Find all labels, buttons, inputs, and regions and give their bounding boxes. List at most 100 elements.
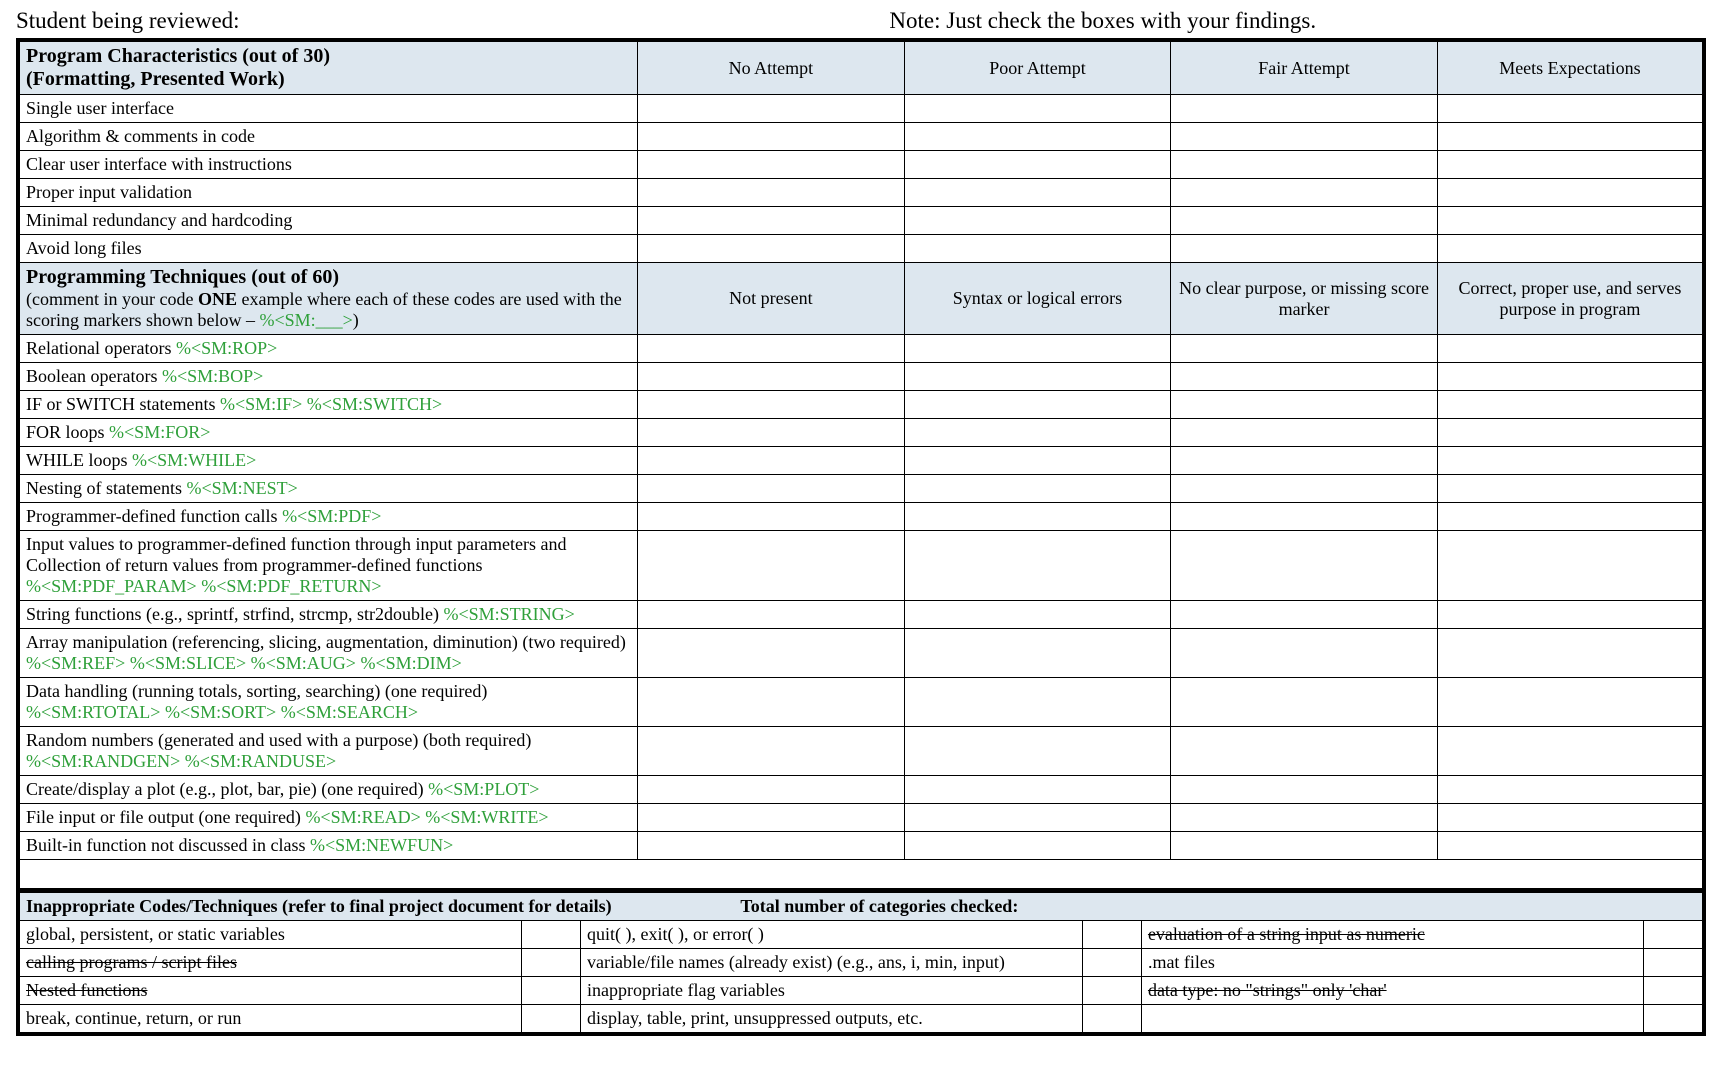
top-line: Student being reviewed: Note: Just check… (16, 8, 1706, 34)
rubric-checkbox-cell[interactable] (904, 391, 1171, 419)
rubric-checkbox-cell[interactable] (904, 629, 1171, 678)
rubric-checkbox-cell[interactable] (638, 363, 905, 391)
rubric-checkbox-cell[interactable] (1171, 475, 1438, 503)
inap-checkbox-cell[interactable] (1643, 949, 1704, 977)
inap-checkbox-cell[interactable] (1082, 977, 1141, 1005)
rubric-checkbox-cell[interactable] (638, 207, 905, 235)
rubric-checkbox-cell[interactable] (638, 503, 905, 531)
rubric-checkbox-cell[interactable] (1437, 447, 1704, 475)
score-marker: %<SM:PDF_PARAM> %<SM:PDF_RETURN> (26, 576, 382, 596)
rubric-checkbox-cell[interactable] (1437, 335, 1704, 363)
rubric-checkbox-cell[interactable] (1437, 391, 1704, 419)
inap-checkbox-cell[interactable] (521, 921, 580, 949)
rubric-checkbox-cell[interactable] (1437, 629, 1704, 678)
rubric-checkbox-cell[interactable] (1171, 727, 1438, 776)
rubric-checkbox-cell[interactable] (638, 475, 905, 503)
rubric-checkbox-cell[interactable] (1171, 678, 1438, 727)
rubric-checkbox-cell[interactable] (1171, 363, 1438, 391)
inap-checkbox-cell[interactable] (1643, 977, 1704, 1005)
rubric-checkbox-cell[interactable] (638, 95, 905, 123)
rubric-checkbox-cell[interactable] (638, 601, 905, 629)
rubric-checkbox-cell[interactable] (1171, 335, 1438, 363)
rubric-checkbox-cell[interactable] (1437, 363, 1704, 391)
rubric-checkbox-cell[interactable] (1437, 832, 1704, 860)
rubric-checkbox-cell[interactable] (1171, 235, 1438, 263)
rubric-checkbox-cell[interactable] (638, 678, 905, 727)
rubric-checkbox-cell[interactable] (638, 776, 905, 804)
inap-checkbox-cell[interactable] (521, 1005, 580, 1035)
rubric-checkbox-cell[interactable] (1171, 151, 1438, 179)
rubric-checkbox-cell[interactable] (904, 601, 1171, 629)
rubric-checkbox-cell[interactable] (638, 391, 905, 419)
rubric-checkbox-cell[interactable] (1171, 179, 1438, 207)
rubric-checkbox-cell[interactable] (1171, 447, 1438, 475)
inap-checkbox-cell[interactable] (1082, 949, 1141, 977)
rubric-checkbox-cell[interactable] (904, 531, 1171, 601)
rubric-checkbox-cell[interactable] (638, 531, 905, 601)
rubric-checkbox-cell[interactable] (1171, 419, 1438, 447)
rubric-checkbox-cell[interactable] (1171, 804, 1438, 832)
rubric-checkbox-cell[interactable] (904, 832, 1171, 860)
rubric-checkbox-cell[interactable] (1437, 727, 1704, 776)
rubric-checkbox-cell[interactable] (1171, 832, 1438, 860)
rubric-checkbox-cell[interactable] (904, 475, 1171, 503)
inap-checkbox-cell[interactable] (1082, 921, 1141, 949)
rubric-checkbox-cell[interactable] (1437, 419, 1704, 447)
inap-checkbox-cell[interactable] (1643, 921, 1704, 949)
rubric-checkbox-cell[interactable] (638, 447, 905, 475)
rubric-checkbox-cell[interactable] (1171, 776, 1438, 804)
rubric-checkbox-cell[interactable] (1437, 475, 1704, 503)
rubric-checkbox-cell[interactable] (638, 123, 905, 151)
inap-checkbox-cell[interactable] (521, 977, 580, 1005)
rubric-checkbox-cell[interactable] (904, 804, 1171, 832)
rubric-checkbox-cell[interactable] (1171, 503, 1438, 531)
rubric-checkbox-cell[interactable] (904, 95, 1171, 123)
rubric-checkbox-cell[interactable] (1437, 503, 1704, 531)
col-fair-attempt: Fair Attempt (1171, 40, 1438, 95)
rubric-checkbox-cell[interactable] (1437, 235, 1704, 263)
rubric-checkbox-cell[interactable] (904, 503, 1171, 531)
rubric-checkbox-cell[interactable] (1171, 391, 1438, 419)
inap-checkbox-cell[interactable] (521, 949, 580, 977)
rubric-checkbox-cell[interactable] (638, 727, 905, 776)
rubric-checkbox-cell[interactable] (1437, 151, 1704, 179)
rubric-checkbox-cell[interactable] (638, 235, 905, 263)
rubric-checkbox-cell[interactable] (904, 727, 1171, 776)
criterion-label: Algorithm & comments in code (18, 123, 638, 151)
rubric-checkbox-cell[interactable] (638, 179, 905, 207)
rubric-checkbox-cell[interactable] (1437, 123, 1704, 151)
rubric-checkbox-cell[interactable] (638, 419, 905, 447)
inap-checkbox-cell[interactable] (1643, 1005, 1704, 1035)
rubric-checkbox-cell[interactable] (1171, 601, 1438, 629)
inap-checkbox-cell[interactable] (1082, 1005, 1141, 1035)
rubric-checkbox-cell[interactable] (904, 335, 1171, 363)
rubric-checkbox-cell[interactable] (638, 832, 905, 860)
rubric-checkbox-cell[interactable] (1437, 531, 1704, 601)
rubric-checkbox-cell[interactable] (904, 447, 1171, 475)
rubric-checkbox-cell[interactable] (904, 678, 1171, 727)
rubric-checkbox-cell[interactable] (1437, 804, 1704, 832)
rubric-checkbox-cell[interactable] (1437, 179, 1704, 207)
rubric-checkbox-cell[interactable] (904, 419, 1171, 447)
rubric-checkbox-cell[interactable] (904, 151, 1171, 179)
rubric-checkbox-cell[interactable] (1437, 601, 1704, 629)
rubric-checkbox-cell[interactable] (638, 151, 905, 179)
rubric-checkbox-cell[interactable] (1171, 95, 1438, 123)
rubric-checkbox-cell[interactable] (638, 629, 905, 678)
rubric-checkbox-cell[interactable] (904, 363, 1171, 391)
rubric-checkbox-cell[interactable] (1437, 95, 1704, 123)
rubric-checkbox-cell[interactable] (1171, 531, 1438, 601)
rubric-checkbox-cell[interactable] (904, 235, 1171, 263)
rubric-checkbox-cell[interactable] (1171, 207, 1438, 235)
rubric-checkbox-cell[interactable] (1437, 207, 1704, 235)
rubric-checkbox-cell[interactable] (1437, 678, 1704, 727)
rubric-checkbox-cell[interactable] (904, 123, 1171, 151)
rubric-checkbox-cell[interactable] (638, 804, 905, 832)
rubric-checkbox-cell[interactable] (904, 207, 1171, 235)
rubric-checkbox-cell[interactable] (1171, 629, 1438, 678)
rubric-checkbox-cell[interactable] (638, 335, 905, 363)
rubric-checkbox-cell[interactable] (1171, 123, 1438, 151)
rubric-checkbox-cell[interactable] (1437, 776, 1704, 804)
rubric-checkbox-cell[interactable] (904, 776, 1171, 804)
rubric-checkbox-cell[interactable] (904, 179, 1171, 207)
